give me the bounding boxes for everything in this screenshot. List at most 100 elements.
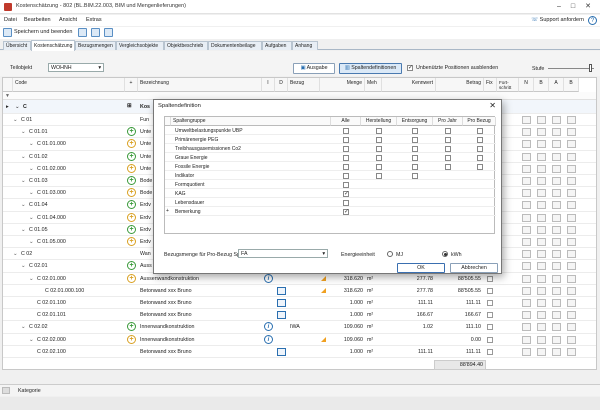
col-meh[interactable]: Meh <box>365 78 382 92</box>
dialog-close-icon[interactable]: ✕ <box>489 101 496 110</box>
image-icon[interactable] <box>567 177 576 185</box>
col-i[interactable]: I <box>262 78 275 92</box>
col-fix[interactable]: Fix <box>484 78 497 92</box>
column-checkbox[interactable] <box>376 127 382 134</box>
column-checkbox[interactable] <box>343 181 349 188</box>
fix-checkbox[interactable] <box>487 287 493 294</box>
save-icon[interactable] <box>78 28 87 37</box>
column-checkbox[interactable] <box>412 172 418 179</box>
collapse-icon[interactable]: ⌄ <box>21 202 25 208</box>
fix-checkbox[interactable] <box>487 324 493 331</box>
column-checkbox[interactable] <box>412 127 418 134</box>
column-checkbox[interactable] <box>343 127 349 134</box>
table-row[interactable]: ⌄ C 02.01.000 + Aussenwandkonstruktion i 318.… <box>3 273 596 285</box>
dialog-row[interactable]: Umweltbelastungspunkte UBP <box>165 126 496 135</box>
column-checkbox[interactable] <box>376 172 382 179</box>
collapse-icon[interactable]: ⌄ <box>29 190 33 196</box>
note-icon[interactable] <box>522 152 531 161</box>
edit-icon[interactable] <box>277 347 286 356</box>
fix-checkbox[interactable] <box>487 348 493 355</box>
tab-kostenschaetzung[interactable]: Kostenschätzung <box>31 40 75 51</box>
column-checkbox[interactable] <box>343 145 349 152</box>
col-plus[interactable]: + <box>125 78 138 92</box>
collapse-icon[interactable]: ⌄ <box>21 129 25 135</box>
add-position-icon[interactable]: + <box>127 139 136 149</box>
info-icon[interactable]: i <box>264 273 273 283</box>
collapse-icon[interactable]: ⌄ <box>29 141 33 147</box>
collapse-icon[interactable]: ⌄ <box>29 337 33 343</box>
attachment-icon[interactable] <box>552 238 561 246</box>
tab-objektbeschrieb[interactable]: Objektbeschrieb <box>164 41 208 50</box>
add-position-icon[interactable]: + <box>127 163 136 173</box>
attachment-icon[interactable] <box>552 177 561 185</box>
dialog-row[interactable]: Formquotient <box>165 180 496 189</box>
attachment-icon[interactable] <box>552 140 561 149</box>
document-icon[interactable] <box>537 323 546 332</box>
collapse-icon[interactable]: ⌄ <box>15 104 19 110</box>
column-checkbox[interactable] <box>477 154 483 161</box>
column-checkbox[interactable] <box>343 199 349 206</box>
note-icon[interactable] <box>522 128 531 137</box>
column-checkbox[interactable] <box>412 136 418 143</box>
edit-icon[interactable] <box>277 299 286 307</box>
tab-bezugsmengen[interactable]: Bezugsmengen <box>75 41 116 50</box>
note-icon[interactable] <box>522 250 531 259</box>
attachment-icon[interactable] <box>552 225 561 234</box>
column-checkbox[interactable] <box>343 163 349 170</box>
col-bezeichnung[interactable]: Bezeichnung <box>138 78 262 92</box>
fix-checkbox[interactable] <box>487 312 493 319</box>
image-icon[interactable] <box>567 238 576 246</box>
dialog-row[interactable]: KAG <box>165 189 496 198</box>
attachment-icon[interactable] <box>552 250 561 259</box>
column-checkbox[interactable] <box>445 163 451 170</box>
image-icon[interactable] <box>567 347 576 356</box>
collapse-icon[interactable]: ⌄ <box>29 239 33 245</box>
table-row[interactable]: ⌄ C 02.02.000 + Innenwandkonstruktion i 109.0… <box>3 334 596 346</box>
attachment-icon[interactable] <box>552 152 561 161</box>
attachment-icon[interactable] <box>552 347 561 356</box>
document-icon[interactable] <box>537 238 546 246</box>
document-icon[interactable] <box>537 164 546 173</box>
dialog-row[interactable]: Fossile Energie <box>165 162 496 171</box>
note-icon[interactable] <box>522 213 531 222</box>
collapse-icon[interactable]: ⌄ <box>21 154 25 160</box>
document-icon[interactable] <box>537 286 546 295</box>
note-icon[interactable] <box>522 189 531 198</box>
minimize-button[interactable]: – <box>554 2 564 12</box>
add-position-icon[interactable]: + <box>127 261 136 271</box>
column-checkbox[interactable] <box>343 154 349 161</box>
dialog-row[interactable]: Graue Energie <box>165 153 496 162</box>
image-icon[interactable] <box>567 311 576 320</box>
table-row[interactable]: ⌄ C 02.02 + Innenwandkonstruktion i IWA 109.06… <box>3 321 596 334</box>
attachment-icon[interactable] <box>552 189 561 198</box>
mj-radio[interactable] <box>387 251 393 257</box>
collapse-icon[interactable]: ⌄ <box>21 263 25 269</box>
stufe-slider-thumb[interactable] <box>589 64 592 72</box>
attachment-icon[interactable] <box>552 299 561 307</box>
support-button[interactable]: ☏ Support anfordern <box>531 17 584 23</box>
add-position-icon[interactable]: + <box>127 127 136 137</box>
col-fortschritt[interactable]: Fort-schritt <box>497 78 519 92</box>
image-icon[interactable] <box>567 286 576 295</box>
col-b[interactable]: B <box>534 78 549 92</box>
collapse-icon[interactable]: ⌄ <box>29 166 33 172</box>
document-icon[interactable] <box>537 262 546 271</box>
image-icon[interactable] <box>567 128 576 137</box>
note-icon[interactable] <box>522 177 531 185</box>
attachment-icon[interactable] <box>552 335 561 344</box>
tab-aufgaben[interactable]: Aufgaben <box>262 41 292 50</box>
image-icon[interactable] <box>567 274 576 283</box>
spaltendefinitionen-button[interactable]: ▥ Spaltendefinitionen <box>339 63 402 74</box>
dialog-row[interactable]: Treibhausgasemissionen Co2 <box>165 144 496 153</box>
col-a[interactable]: A <box>549 78 564 92</box>
note-icon[interactable] <box>522 262 531 271</box>
document-icon[interactable] <box>537 213 546 222</box>
document-icon[interactable] <box>537 177 546 185</box>
collapse-icon[interactable]: ⌄ <box>21 227 25 233</box>
collapse-icon[interactable]: ⌄ <box>21 324 25 330</box>
add-position-icon[interactable]: + <box>127 176 136 185</box>
column-checkbox[interactable] <box>477 136 483 143</box>
col-menge[interactable]: Menge <box>320 78 365 92</box>
attachment-icon[interactable] <box>552 262 561 271</box>
note-icon[interactable] <box>522 201 531 210</box>
